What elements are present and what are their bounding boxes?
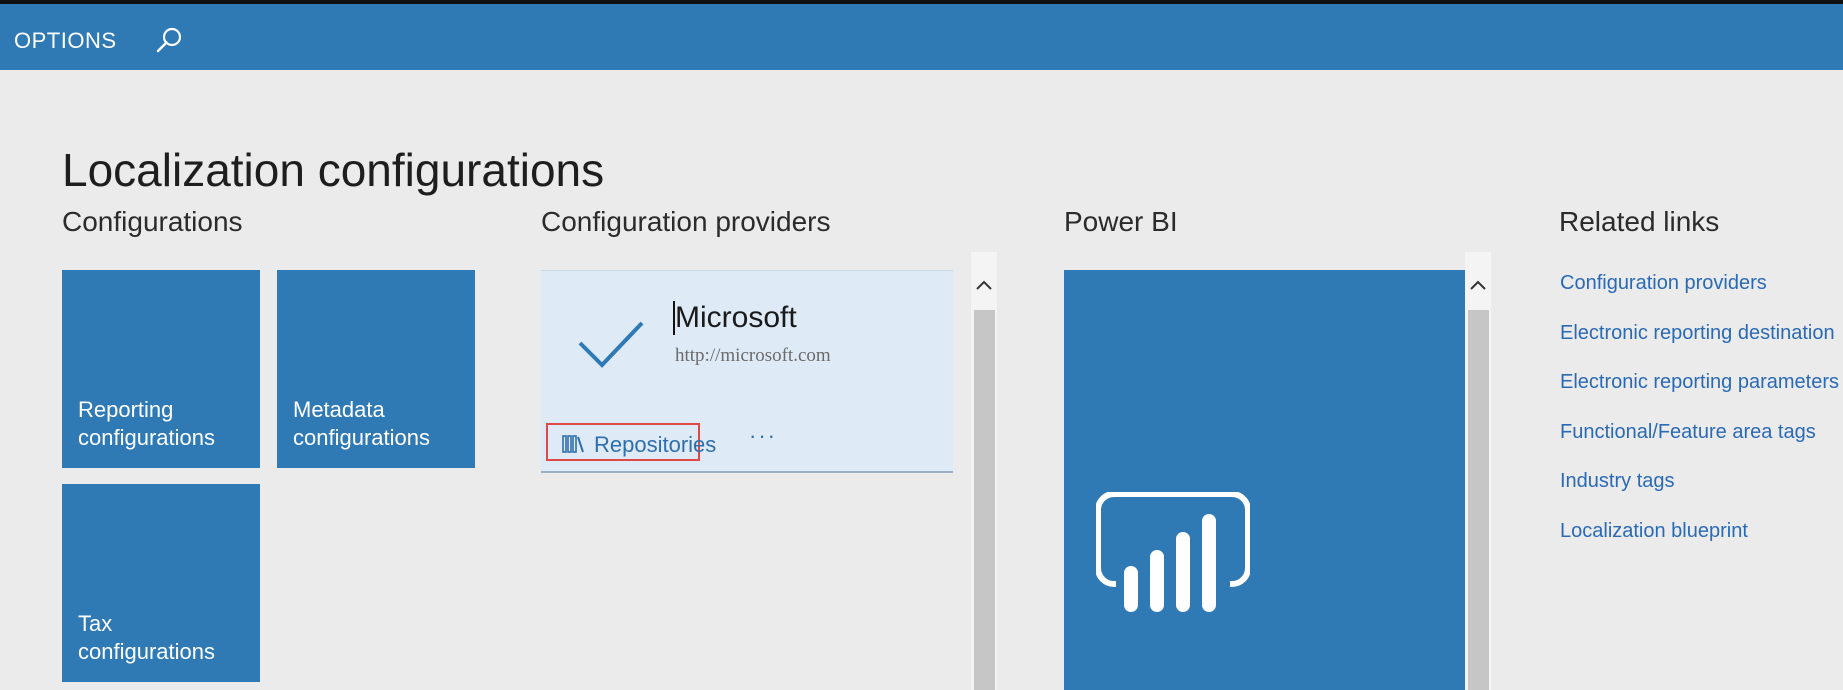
link-localization-blueprint[interactable]: Localization blueprint	[1560, 520, 1748, 542]
providers-panel: Microsoft http://microsoft.com Repositor…	[541, 252, 997, 690]
library-icon	[562, 435, 584, 453]
tax-configurations-tile[interactable]: Tax configurations	[62, 484, 260, 682]
metadata-configurations-tile[interactable]: Metadata configurations	[277, 270, 475, 468]
scroll-track[interactable]	[974, 310, 995, 690]
repositories-button[interactable]: Repositories	[546, 423, 716, 461]
reporting-configurations-tile[interactable]: Reporting configurations	[62, 270, 260, 468]
providers-heading: Configuration providers	[541, 206, 831, 237]
related-link-item: Electronic reporting parameters	[1560, 371, 1839, 421]
more-options-button[interactable]: ···	[749, 423, 777, 449]
powerbi-heading: Power BI	[1064, 206, 1178, 237]
provider-name: Microsoft	[673, 301, 797, 335]
related-link-item: Electronic reporting destination	[1560, 322, 1839, 372]
link-electronic-reporting-destination[interactable]: Electronic reporting destination	[1560, 322, 1835, 344]
link-functional-feature-area-tags[interactable]: Functional/Feature area tags	[1560, 421, 1816, 443]
tile-label: Metadata configurations	[293, 397, 430, 450]
link-configuration-providers[interactable]: Configuration providers	[1560, 272, 1767, 294]
link-electronic-reporting-parameters[interactable]: Electronic reporting parameters	[1560, 371, 1839, 393]
providers-scrollbar[interactable]	[971, 252, 997, 690]
powerbi-tile[interactable]	[1064, 270, 1465, 690]
powerbi-chart-icon	[1096, 492, 1250, 612]
related-link-item: Functional/Feature area tags	[1560, 421, 1839, 471]
provider-card-microsoft[interactable]: Microsoft http://microsoft.com Repositor…	[541, 270, 953, 473]
configurations-heading: Configurations	[62, 206, 243, 237]
tile-label: Tax configurations	[78, 611, 215, 664]
options-menu[interactable]: OPTIONS	[14, 28, 117, 54]
repositories-label: Repositories	[594, 432, 717, 457]
related-links-heading: Related links	[1559, 206, 1720, 237]
related-link-item: Localization blueprint	[1560, 520, 1839, 570]
tile-label: Reporting configurations	[78, 397, 215, 450]
checkmark-icon	[578, 321, 644, 368]
top-navigation-bar: OPTIONS	[0, 4, 1843, 70]
related-link-item: Configuration providers	[1560, 272, 1839, 322]
scroll-track[interactable]	[1468, 310, 1489, 690]
provider-url: http://microsoft.com	[675, 345, 831, 366]
related-link-item: Industry tags	[1560, 470, 1839, 520]
powerbi-scrollbar[interactable]	[1465, 252, 1491, 690]
scroll-up-icon[interactable]	[1469, 278, 1487, 292]
search-icon[interactable]	[155, 26, 183, 54]
page-title: Localization configurations	[62, 143, 605, 196]
related-links-list: Configuration providers Electronic repor…	[1560, 272, 1839, 569]
link-industry-tags[interactable]: Industry tags	[1560, 470, 1675, 492]
scroll-up-icon[interactable]	[975, 278, 993, 292]
